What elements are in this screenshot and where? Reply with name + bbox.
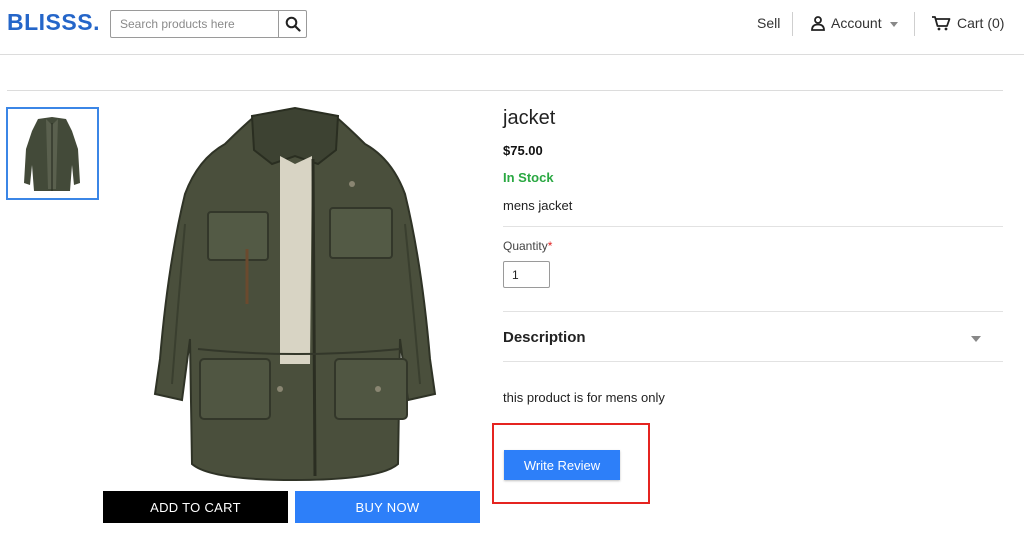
search-icon — [285, 16, 301, 32]
nav-account-label: Account — [831, 15, 882, 31]
chevron-down-icon — [889, 21, 898, 27]
nav-cart-label: Cart (0) — [957, 15, 1005, 31]
user-icon — [811, 15, 825, 31]
buy-now-button[interactable]: BUY NOW — [295, 491, 480, 523]
top-header: BLISSS. Sell Account Cart (0) — [0, 0, 1024, 55]
chevron-down-icon[interactable] — [971, 336, 981, 342]
nav-separator — [792, 12, 793, 36]
section-divider — [7, 90, 1003, 91]
jacket-image — [130, 104, 460, 484]
description-text: this product is for mens only — [503, 390, 665, 405]
details-divider — [503, 311, 1003, 312]
details-divider — [503, 361, 1003, 362]
details-divider — [503, 226, 1003, 227]
product-title: jacket — [503, 107, 556, 129]
write-review-button[interactable]: Write Review — [504, 450, 620, 480]
cart-icon — [932, 16, 951, 31]
nav-account-menu[interactable]: Account — [811, 15, 898, 31]
description-toggle[interactable]: Description — [503, 329, 586, 346]
product-price: $75.00 — [503, 143, 543, 158]
add-to-cart-button[interactable]: ADD TO CART — [103, 491, 288, 523]
quantity-input[interactable] — [503, 261, 550, 288]
product-short-description: mens jacket — [503, 198, 573, 213]
required-mark: * — [547, 239, 553, 253]
nav-separator — [914, 12, 915, 36]
product-thumbnail[interactable] — [6, 107, 99, 200]
jacket-thumbnail-image — [8, 109, 97, 198]
nav-sell-link[interactable]: Sell — [757, 15, 780, 31]
nav-cart-link[interactable]: Cart (0) — [931, 15, 1004, 31]
site-logo[interactable]: BLISSS. — [7, 9, 100, 36]
search-button[interactable] — [278, 11, 306, 37]
quantity-label: Quantity* — [503, 239, 553, 253]
search-input[interactable] — [111, 11, 281, 37]
product-main-image — [130, 104, 460, 484]
search-box — [110, 10, 307, 38]
stock-status: In Stock — [503, 170, 554, 185]
